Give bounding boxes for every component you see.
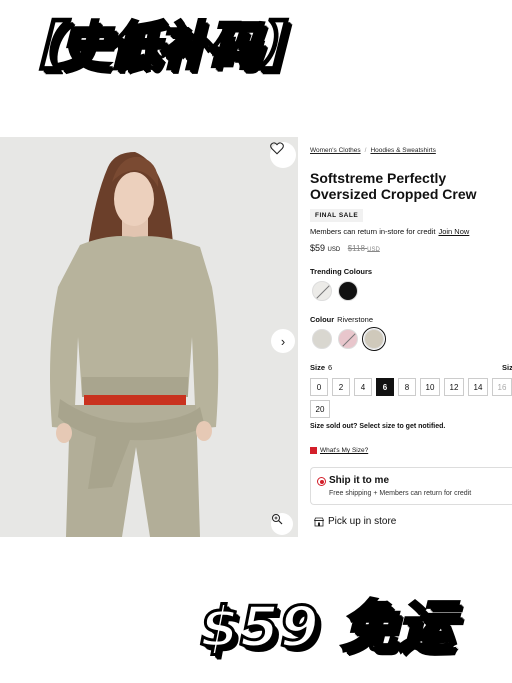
model-illustration <box>0 137 298 537</box>
size-guide-link[interactable]: What's My Size? <box>310 447 368 454</box>
breadcrumb-separator: / <box>364 147 367 154</box>
swatch-pink[interactable] <box>338 329 358 349</box>
size-guide-label: What's My Size? <box>320 447 369 454</box>
product-details-panel: Women's Clothes / Hoodies & Sweatshirts So… <box>310 137 512 537</box>
size-guide-icon <box>310 447 317 454</box>
ship-title: Ship it to me <box>329 475 389 486</box>
size-label: Size 6 <box>310 363 332 372</box>
ship-subtitle: Free shipping + Members can return for c… <box>329 490 472 497</box>
product-title: Softstreme Perfectly Oversized Cropped C… <box>310 170 477 202</box>
price-block: $59 USD $118 USD <box>310 243 380 253</box>
members-note: Members can return in-store for credit Jo… <box>310 227 469 236</box>
size-option-selected[interactable]: 6 <box>376 378 394 396</box>
join-now-link[interactable]: Join Now <box>438 227 469 236</box>
sale-price-currency: USD <box>327 247 341 253</box>
swatch-light-grey[interactable] <box>312 329 332 349</box>
size-option[interactable]: 20 <box>310 400 330 418</box>
swatch-trending-riverstone[interactable] <box>312 281 332 301</box>
original-price-value: $118 <box>347 244 365 253</box>
size-heading: Size <box>310 363 326 372</box>
product-image[interactable]: › <box>0 137 298 537</box>
pickup-label: Pick up in store <box>328 516 397 527</box>
ship-to-me-option[interactable]: Ship it to me Free shipping + Members ca… <box>310 467 512 505</box>
original-price-currency: USD <box>367 247 380 253</box>
size-option[interactable]: 12 <box>444 378 464 396</box>
size-option[interactable]: 14 <box>468 378 488 396</box>
promo-price-heading: $59 免运 <box>199 594 455 662</box>
original-price: $118 USD <box>348 244 380 253</box>
pick-up-in-store-option[interactable]: Pick up in store <box>314 516 396 527</box>
size-chart-label-cut: Siz <box>502 363 512 372</box>
unavailable-strike <box>341 332 357 348</box>
size-option[interactable]: 4 <box>354 378 372 396</box>
size-option[interactable]: 2 <box>332 378 350 396</box>
trending-colours-label: Trending Colours <box>310 267 373 276</box>
members-text: Members can return in-store for credit <box>310 227 436 236</box>
breadcrumb-womens[interactable]: Women's Clothes <box>310 147 361 154</box>
breadcrumb: Women's Clothes / Hoodies & Sweatshirts <box>310 147 436 154</box>
unavailable-strike <box>315 284 331 300</box>
radio-selected-icon[interactable] <box>317 477 326 486</box>
size-value: 6 <box>328 363 333 372</box>
next-image-button[interactable]: › <box>271 329 295 353</box>
store-icon <box>314 517 324 526</box>
colour-label: Colour Riverstone <box>310 315 373 324</box>
product-page-screenshot: › Women's Clothes / Hoodies & Sweatshirts … <box>0 137 512 537</box>
swatch-riverstone-selected[interactable] <box>361 326 387 352</box>
final-sale-badge: FINAL SALE <box>310 209 364 222</box>
breadcrumb-hoodies[interactable]: Hoodies & Sweatshirts <box>370 147 435 154</box>
size-options-row-2: 20 <box>310 400 334 418</box>
size-option-sold-out[interactable]: 16 <box>492 378 512 396</box>
chevron-right-icon: › <box>280 333 286 349</box>
promo-heading: 【史低补码】 <box>7 16 312 79</box>
size-option[interactable]: 0 <box>310 378 328 396</box>
sale-price: $59 <box>310 243 326 253</box>
zoom-button[interactable] <box>271 513 293 535</box>
swatch-trending-black[interactable] <box>338 281 358 301</box>
zoom-in-icon <box>272 514 283 525</box>
size-option[interactable]: 10 <box>420 378 440 396</box>
size-option[interactable]: 8 <box>398 378 416 396</box>
colour-heading: Colour <box>310 315 335 324</box>
wishlist-button[interactable] <box>270 142 296 168</box>
size-options-row: 0 2 4 6 8 10 12 14 16 <box>310 378 512 396</box>
colour-value: Riverstone <box>337 315 374 324</box>
heart-icon <box>270 142 284 155</box>
sold-out-note: Size sold out? Select size to get notifi… <box>310 423 446 430</box>
